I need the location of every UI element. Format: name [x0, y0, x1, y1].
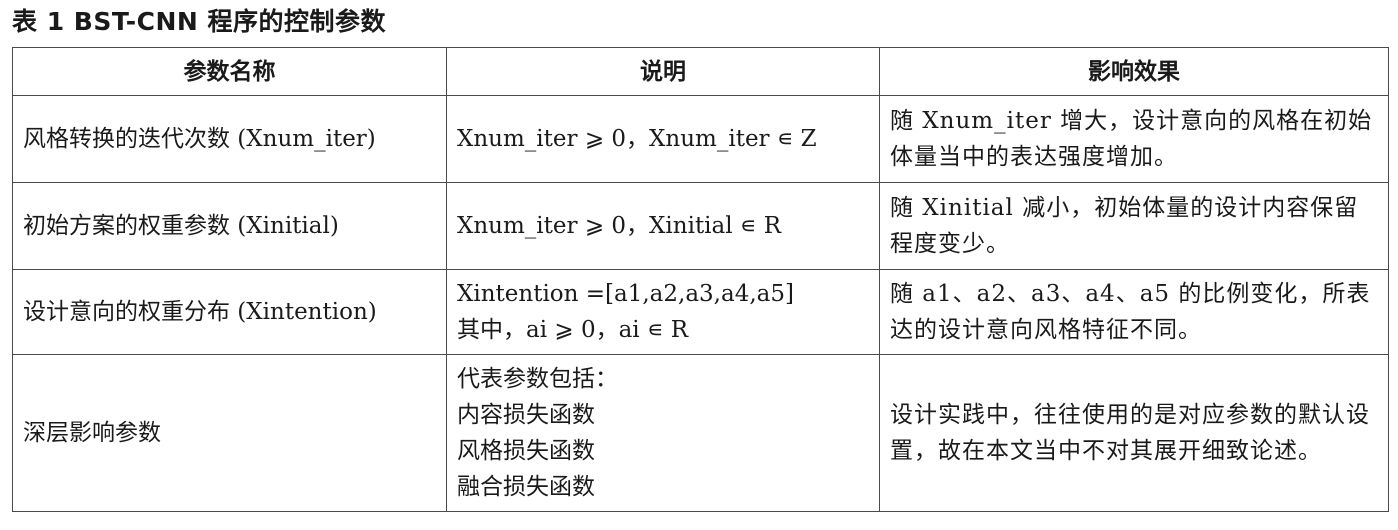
- description-cell: Xnum_iter ⩾ 0，Xnum_iter ∊ Z: [446, 95, 880, 183]
- header-description: 说明: [446, 47, 880, 96]
- description-line: 内容损失函数: [457, 402, 595, 428]
- description-line: Xnum_iter ⩾ 0，Xnum_iter ∊ Z: [457, 126, 817, 152]
- effect-cell: 随 Xinitial 减小，初始体量的设计内容保留程度变少。: [879, 182, 1389, 270]
- description-cell: Xintention =[a1,a2,a3,a4,a5] 其中，ai ⩾ 0，a…: [446, 269, 880, 355]
- parameter-name-cell: 风格转换的迭代次数 (Xnum_iter): [12, 95, 447, 183]
- table-title: 表 1 BST-CNN 程序的控制参数: [12, 7, 387, 36]
- table-row: 风格转换的迭代次数 (Xnum_iter) Xnum_iter ⩾ 0，Xnum…: [12, 95, 1389, 183]
- parameters-table: 参数名称 说明 影响效果 风格转换的迭代次数 (Xnum_iter) Xnum_…: [12, 47, 1389, 512]
- table-header-row: 参数名称 说明 影响效果: [12, 47, 1389, 96]
- effect-cell: 随 Xnum_iter 增大，设计意向的风格在初始体量当中的表达强度增加。: [879, 95, 1389, 183]
- header-parameter-name: 参数名称: [12, 47, 447, 96]
- description-cell: 代表参数包括： 内容损失函数 风格损失函数 融合损失函数: [446, 354, 880, 512]
- table-row: 深层影响参数 代表参数包括： 内容损失函数 风格损失函数 融合损失函数 设计实践…: [12, 354, 1389, 512]
- table-row: 初始方案的权重参数 (Xinitial) Xnum_iter ⩾ 0，Xinit…: [12, 182, 1389, 270]
- description-line: 其中，ai ⩾ 0，ai ∊ R: [457, 317, 689, 343]
- parameter-name-cell: 设计意向的权重分布 (Xintention): [12, 269, 447, 355]
- parameter-name-cell: 深层影响参数: [12, 354, 447, 512]
- description-line: 风格损失函数: [457, 438, 595, 464]
- header-effect: 影响效果: [879, 47, 1389, 96]
- description-line: Xintention =[a1,a2,a3,a4,a5]: [457, 281, 794, 307]
- effect-cell: 设计实践中，往往使用的是对应参数的默认设置，故在本文当中不对其展开细致论述。: [879, 354, 1389, 512]
- description-line: 代表参数包括：: [457, 366, 618, 392]
- parameter-name-cell: 初始方案的权重参数 (Xinitial): [12, 182, 447, 270]
- description-cell: Xnum_iter ⩾ 0，Xinitial ∊ R: [446, 182, 880, 270]
- description-line: Xnum_iter ⩾ 0，Xinitial ∊ R: [457, 213, 782, 239]
- effect-cell: 随 a1、a2、a3、a4、a5 的比例变化，所表达的设计意向风格特征不同。: [879, 269, 1389, 355]
- table-row: 设计意向的权重分布 (Xintention) Xintention =[a1,a…: [12, 269, 1389, 355]
- description-line: 融合损失函数: [457, 474, 595, 500]
